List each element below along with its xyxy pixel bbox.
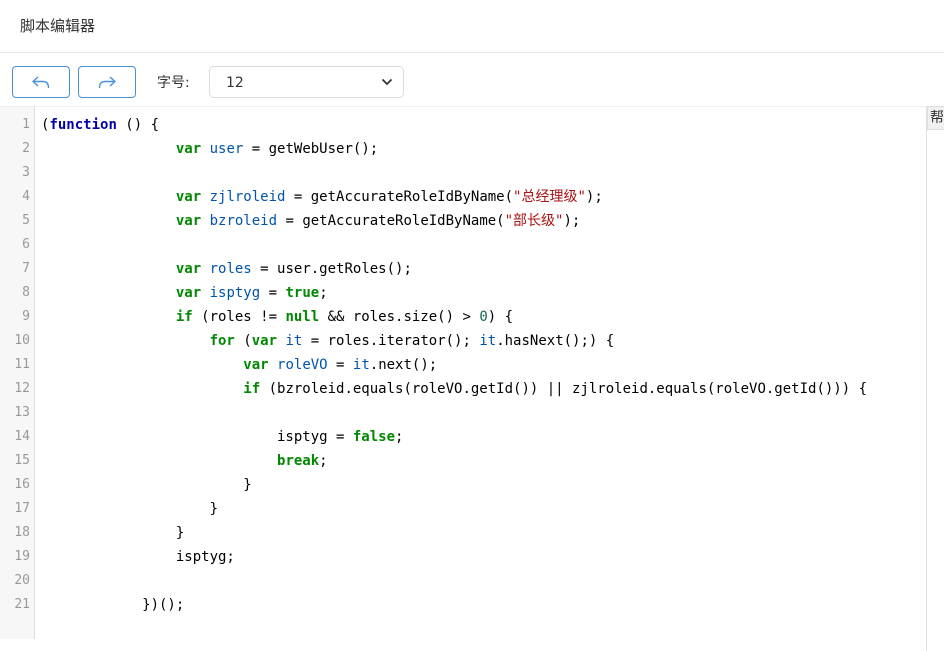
line-number: 2 (22, 141, 30, 156)
redo-button[interactable] (78, 66, 136, 98)
chevron-down-icon (381, 78, 393, 86)
undo-arrow-icon (32, 76, 50, 89)
font-size-value: 12 (226, 75, 244, 91)
code-line: var roles = user.getRoles(); (175, 261, 412, 277)
code-editor[interactable]: 1 2 3 4 5 6 7 8 9 10 11 12 13 14 15 16 1… (0, 106, 926, 639)
help-panel: 帮 (926, 106, 944, 651)
line-number: 21 (14, 597, 30, 612)
line-number: 7 (22, 261, 30, 276)
font-size-label: 字号: (157, 75, 190, 91)
line-number: 18 (14, 525, 30, 540)
undo-button[interactable] (12, 66, 70, 98)
code-line: var zjlroleid = getAccurateRoleIdByName(… (175, 189, 603, 205)
line-number: 16 (14, 477, 30, 492)
font-size-select[interactable]: 12 (209, 66, 404, 98)
line-number: 3 (22, 165, 30, 180)
help-tab[interactable]: 帮 (927, 106, 944, 130)
line-number: 10 (14, 333, 30, 348)
code-line: var isptyg = true; (175, 285, 328, 301)
line-number: 12 (14, 381, 30, 396)
line-number: 9 (22, 309, 30, 324)
line-number: 6 (22, 237, 30, 252)
line-number: 14 (14, 429, 30, 444)
code-line: for (var it = roles.iterator(); it.hasNe… (209, 333, 615, 349)
title-bar: 脚本编辑器 (0, 0, 944, 53)
line-number: 20 (14, 573, 30, 588)
line-number: 17 (14, 501, 30, 516)
code-line: })(); (41, 597, 185, 613)
code-line: break; (277, 453, 328, 469)
code-line: var bzroleid = getAccurateRoleIdByName("… (175, 213, 581, 229)
line-number: 15 (14, 453, 30, 468)
code-line: var user = getWebUser(); (175, 141, 379, 157)
line-number: 8 (22, 285, 30, 300)
toolbar: 字号: 12 (0, 54, 944, 106)
line-number: 1 (22, 117, 30, 132)
code-line: var roleVO = it.next(); (243, 357, 438, 373)
code-line: } (41, 501, 219, 517)
redo-arrow-icon (98, 76, 116, 89)
code-line: isptyg = false; (41, 429, 404, 445)
code-line: isptyg; (41, 549, 235, 565)
code-line: } (41, 525, 185, 541)
line-number: 4 (22, 189, 30, 204)
line-number: 11 (14, 357, 30, 372)
line-number: 19 (14, 549, 30, 564)
code-line: } (41, 477, 252, 493)
line-number: 13 (14, 405, 30, 420)
code-line: (function () { (41, 117, 160, 133)
code-line: if (roles != null && roles.size() > 0) { (175, 309, 514, 325)
code-line: if (bzroleid.equals(roleVO.getId()) || z… (243, 381, 868, 397)
page-title: 脚本编辑器 (20, 17, 96, 35)
line-number: 5 (22, 213, 30, 228)
line-number-gutter: 1 2 3 4 5 6 7 8 9 10 11 12 13 14 15 16 1… (0, 107, 35, 639)
